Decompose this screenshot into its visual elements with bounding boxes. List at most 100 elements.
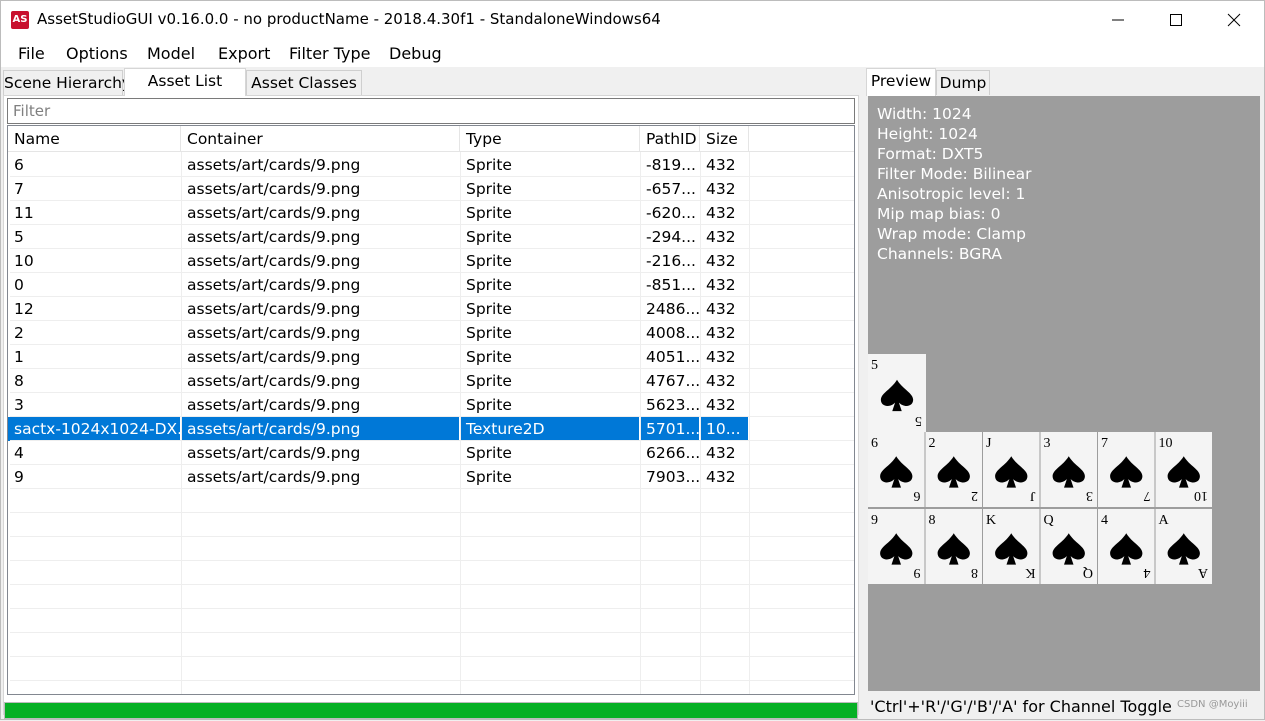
close-button[interactable] (1205, 1, 1263, 39)
cell-type: Sprite (466, 348, 512, 366)
cell-size: 432 (706, 204, 736, 222)
table-row[interactable]: 1 assets/art/cards/9.png Sprite 4051... 432 (10, 345, 854, 369)
table-row[interactable]: 5 assets/art/cards/9.png Sprite -294... 432 (10, 225, 854, 249)
menu-export[interactable]: Export (218, 44, 270, 63)
app-window: AS AssetStudioGUI v0.16.0.0 - no product… (0, 0, 1265, 720)
grid-line (10, 656, 854, 657)
card-rank-inverted: 3 (1086, 488, 1093, 503)
cell-container: assets/art/cards/9.png (187, 204, 361, 222)
card-rank-inverted: 6 (914, 488, 921, 503)
cell-pathid: 4008... (646, 324, 699, 342)
tab-scene-hierarchy[interactable]: Scene Hierarchy (3, 70, 131, 95)
table-row[interactable]: sactx-1024x1024-DX... assets/art/cards/9.… (8, 417, 854, 441)
cell-container: assets/art/cards/9.png (187, 324, 361, 342)
cell-size: 10... (700, 417, 748, 441)
playing-card: 99 (868, 509, 925, 584)
maximize-button[interactable] (1147, 1, 1205, 39)
menu-filter-type[interactable]: Filter Type (289, 44, 370, 63)
grid-line (460, 152, 461, 694)
asset-panel: Scene Hierarchy Asset List Asset Classes… (1, 68, 861, 721)
column-header-name[interactable]: Name (8, 126, 181, 152)
grid-line (10, 464, 854, 465)
table-row[interactable]: 6 assets/art/cards/9.png Sprite -819... 432 (10, 153, 854, 177)
texture-filter-mode: Filter Mode: Bilinear (877, 165, 1032, 183)
menu-options[interactable]: Options (66, 44, 128, 63)
cell-container: assets/art/cards/9.png (187, 348, 361, 366)
table-row[interactable]: 7 assets/art/cards/9.png Sprite -657... 432 (10, 177, 854, 201)
cell-type: Sprite (466, 300, 512, 318)
cell-pathid: -819... (646, 156, 696, 174)
tab-asset-list[interactable]: Asset List (124, 68, 246, 96)
cell-name: 6 (14, 156, 24, 174)
column-header-pathid[interactable]: PathID (640, 126, 700, 152)
cell-name: 0 (14, 276, 24, 294)
filter-field[interactable] (7, 98, 855, 124)
cell-size: 432 (706, 372, 736, 390)
cell-size: 432 (706, 324, 736, 342)
cell-size: 432 (706, 228, 736, 246)
grid-line (10, 584, 854, 585)
column-header-type[interactable]: Type (460, 126, 640, 152)
table-row[interactable]: 12 assets/art/cards/9.png Sprite 2486... 432 (10, 297, 854, 321)
grid-line (10, 560, 854, 561)
column-header-container[interactable]: Container (181, 126, 460, 152)
cell-type: Sprite (466, 276, 512, 294)
cell-pathid: -851... (646, 276, 696, 294)
cell-size: 432 (706, 156, 736, 174)
menu-model[interactable]: Model (147, 44, 195, 63)
menu-debug[interactable]: Debug (389, 44, 442, 63)
texture-channels: Channels: BGRA (877, 245, 1002, 263)
grid-line (10, 296, 854, 297)
cell-pathid: -620... (646, 204, 696, 222)
card-rank: 10 (1159, 436, 1173, 451)
cell-pathid: 6266... (646, 444, 699, 462)
tab-asset-classes[interactable]: Asset Classes (246, 70, 362, 95)
table-row[interactable]: 9 assets/art/cards/9.png Sprite 7903... 432 (10, 465, 854, 489)
table-row[interactable]: 2 assets/art/cards/9.png Sprite 4008... 432 (10, 321, 854, 345)
cell-container: assets/art/cards/9.png (187, 252, 361, 270)
card-rank-inverted: 2 (971, 488, 978, 503)
menu-bar: File Options Model Export Filter Type De… (1, 39, 1264, 67)
tab-dump[interactable]: Dump (936, 70, 990, 95)
playing-card: 88 (925, 509, 982, 584)
playing-card: QQ (1040, 509, 1097, 584)
cell-type: Sprite (466, 468, 512, 486)
card-rank: 5 (871, 358, 878, 373)
cell-size: 432 (706, 276, 736, 294)
column-header-size[interactable]: Size (700, 126, 749, 152)
table-row[interactable]: 10 assets/art/cards/9.png Sprite -216... 432 (10, 249, 854, 273)
card-atlas-image: 556622JJ337710109988KKQQ44AA (868, 354, 1212, 584)
card-rank: 3 (1044, 436, 1051, 451)
minimize-button[interactable] (1089, 1, 1147, 39)
cell-type: Sprite (466, 396, 512, 414)
card-rank-inverted: 9 (914, 565, 921, 580)
menu-file[interactable]: File (18, 44, 45, 63)
cell-type: Sprite (466, 180, 512, 198)
asset-list-view[interactable]: Name Container Type PathID Size 6 assets/… (7, 125, 855, 695)
playing-card: 66 (868, 432, 925, 507)
table-row[interactable]: 8 assets/art/cards/9.png Sprite 4767... 432 (10, 369, 854, 393)
card-rank: A (1159, 513, 1170, 528)
cell-pathid: 5701... (640, 417, 699, 441)
playing-card: KK (983, 509, 1040, 584)
card-rank-inverted: 10 (1194, 488, 1208, 503)
table-row[interactable]: 11 assets/art/cards/9.png Sprite -620... 432 (10, 201, 854, 225)
cell-name: 4 (14, 444, 24, 462)
table-row[interactable]: 0 assets/art/cards/9.png Sprite -851... 432 (10, 273, 854, 297)
cell-container: assets/art/cards/9.png (187, 300, 361, 318)
tab-preview[interactable]: Preview (866, 68, 936, 96)
table-row[interactable]: 3 assets/art/cards/9.png Sprite 5623... 432 (10, 393, 854, 417)
asset-list-header: Name Container Type PathID Size (8, 126, 854, 152)
grid-line (10, 512, 854, 513)
filter-input[interactable] (8, 99, 854, 123)
grid-line (10, 320, 854, 321)
cell-container: assets/art/cards/9.png (187, 156, 361, 174)
cell-container: assets/art/cards/9.png (187, 372, 361, 390)
channel-toggle-hint: 'Ctrl'+'R'/'G'/'B'/'A' for Channel Toggl… (870, 697, 1172, 716)
cell-container: assets/art/cards/9.png (187, 276, 361, 294)
cell-pathid: 4051... (646, 348, 699, 366)
progress-bar (4, 702, 858, 719)
cell-name: 7 (14, 180, 24, 198)
table-row[interactable]: 4 assets/art/cards/9.png Sprite 6266... 432 (10, 441, 854, 465)
grid-line (10, 368, 854, 369)
